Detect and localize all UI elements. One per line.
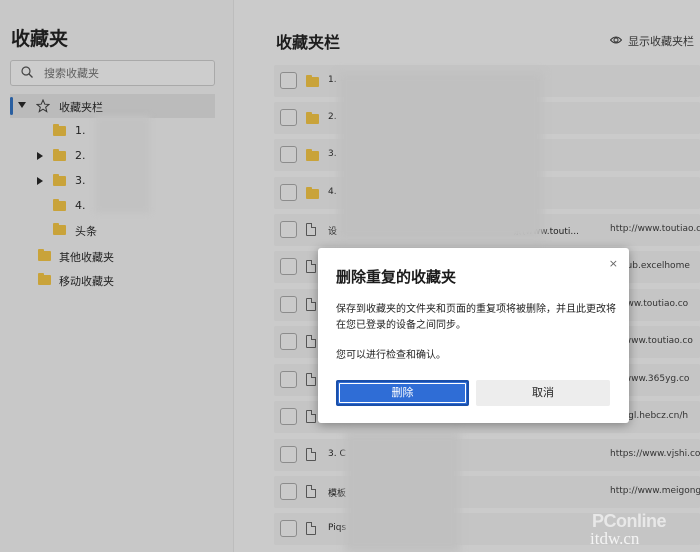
dialog-title: 删除重复的收藏夹	[336, 268, 457, 286]
tree-item-label: 4.	[75, 199, 86, 212]
row-name: 1.	[328, 75, 337, 85]
search-input[interactable]	[44, 64, 209, 82]
folder-icon	[53, 223, 66, 235]
row-checkbox[interactable]	[280, 146, 297, 163]
tree-item-favorites-bar[interactable]: 收藏夹栏	[10, 94, 215, 118]
folder-icon	[306, 187, 319, 199]
page-icon	[306, 335, 316, 348]
row-checkbox[interactable]	[280, 296, 297, 313]
close-icon[interactable]: ×	[609, 257, 618, 270]
folder-icon	[306, 75, 319, 87]
sidebar-title: 收藏夹	[11, 28, 69, 50]
page-icon	[306, 373, 316, 386]
redacted-area	[95, 116, 150, 213]
chevron-right-icon[interactable]	[37, 152, 43, 160]
table-row[interactable]: 模板 http://www.meigongy	[274, 476, 700, 508]
row-url: https://www.vjshi.com	[610, 449, 700, 459]
row-name: 模板	[328, 489, 347, 499]
page-icon	[306, 260, 316, 273]
folder-icon	[306, 112, 319, 124]
row-name: 设	[328, 227, 338, 237]
tree-item-label: 其他收藏夹	[59, 251, 114, 264]
page-title: 收藏夹栏	[276, 33, 341, 52]
search-icon	[21, 66, 33, 78]
row-name: 2.	[328, 112, 337, 122]
star-icon	[36, 99, 50, 113]
row-checkbox[interactable]	[280, 72, 297, 89]
row-url: http://www.toutiao.co	[610, 224, 700, 234]
folder-icon	[306, 149, 319, 161]
page-icon	[306, 485, 316, 498]
page-icon	[306, 298, 316, 311]
row-name: 3.	[328, 149, 337, 159]
row-checkbox[interactable]	[280, 333, 297, 350]
folder-icon	[53, 174, 66, 186]
folder-icon	[38, 249, 51, 261]
row-checkbox[interactable]	[280, 221, 297, 238]
table-row[interactable]: 3. C https://www.vjshi.com	[274, 439, 700, 471]
tree-item-other-favorites[interactable]: 其他收藏夹	[10, 244, 215, 268]
watermark-site: itdw.cn	[590, 529, 640, 548]
tree-item-label: 收藏夹栏	[59, 101, 103, 114]
tree-item-label: 移动收藏夹	[59, 275, 114, 288]
tree-item-label: 1.	[75, 124, 86, 137]
row-checkbox[interactable]	[280, 258, 297, 275]
row-checkbox[interactable]	[280, 520, 297, 537]
tree-item-mobile-favorites[interactable]: 移动收藏夹	[10, 268, 215, 292]
tree-item-toutiao[interactable]: 头条	[10, 218, 215, 242]
dialog-message: 保存到收藏夹的文件夹和页面的重复项将被删除，并且此更改将在您已登录的设备之间同步…	[336, 304, 616, 331]
cancel-button[interactable]: 取消	[476, 380, 610, 406]
chevron-down-icon[interactable]	[18, 102, 26, 108]
folder-icon	[53, 199, 66, 211]
delete-button[interactable]: 删除	[336, 380, 469, 406]
row-name: 4.	[328, 187, 337, 197]
folder-icon	[53, 149, 66, 161]
chevron-right-icon[interactable]	[37, 177, 43, 185]
redacted-area	[345, 432, 460, 552]
delete-duplicates-dialog: × 删除重复的收藏夹 保存到收藏夹的文件夹和页面的重复项将被删除，并且此更改将在…	[318, 248, 629, 423]
row-checkbox[interactable]	[280, 483, 297, 500]
row-name: Piqs	[328, 523, 347, 533]
page-icon	[306, 223, 316, 236]
folder-icon	[53, 124, 66, 136]
row-url: http://www.meigongy	[610, 486, 700, 496]
tree-item-label: 2.	[75, 149, 86, 162]
row-checkbox[interactable]	[280, 371, 297, 388]
redacted-area	[338, 72, 543, 240]
row-checkbox[interactable]	[280, 109, 297, 126]
tree-item-label: 头条	[75, 225, 97, 238]
page-icon	[306, 410, 316, 423]
row-checkbox[interactable]	[280, 184, 297, 201]
show-favorites-bar-label: 显示收藏夹栏	[628, 35, 694, 48]
eye-icon	[610, 36, 622, 44]
tree-item-label: 3.	[75, 174, 86, 187]
row-name: 3. C	[328, 449, 346, 459]
folder-icon	[38, 273, 51, 285]
row-checkbox[interactable]	[280, 408, 297, 425]
row-checkbox[interactable]	[280, 446, 297, 463]
page-icon	[306, 522, 316, 535]
sidebar: 收藏夹 收藏夹栏 1. 2. 3. 4. 头条 其他收藏	[0, 0, 234, 552]
selection-indicator	[10, 97, 13, 115]
dialog-submessage: 您可以进行检查和确认。	[336, 350, 446, 361]
search-box[interactable]	[10, 60, 215, 86]
page-icon	[306, 448, 316, 461]
